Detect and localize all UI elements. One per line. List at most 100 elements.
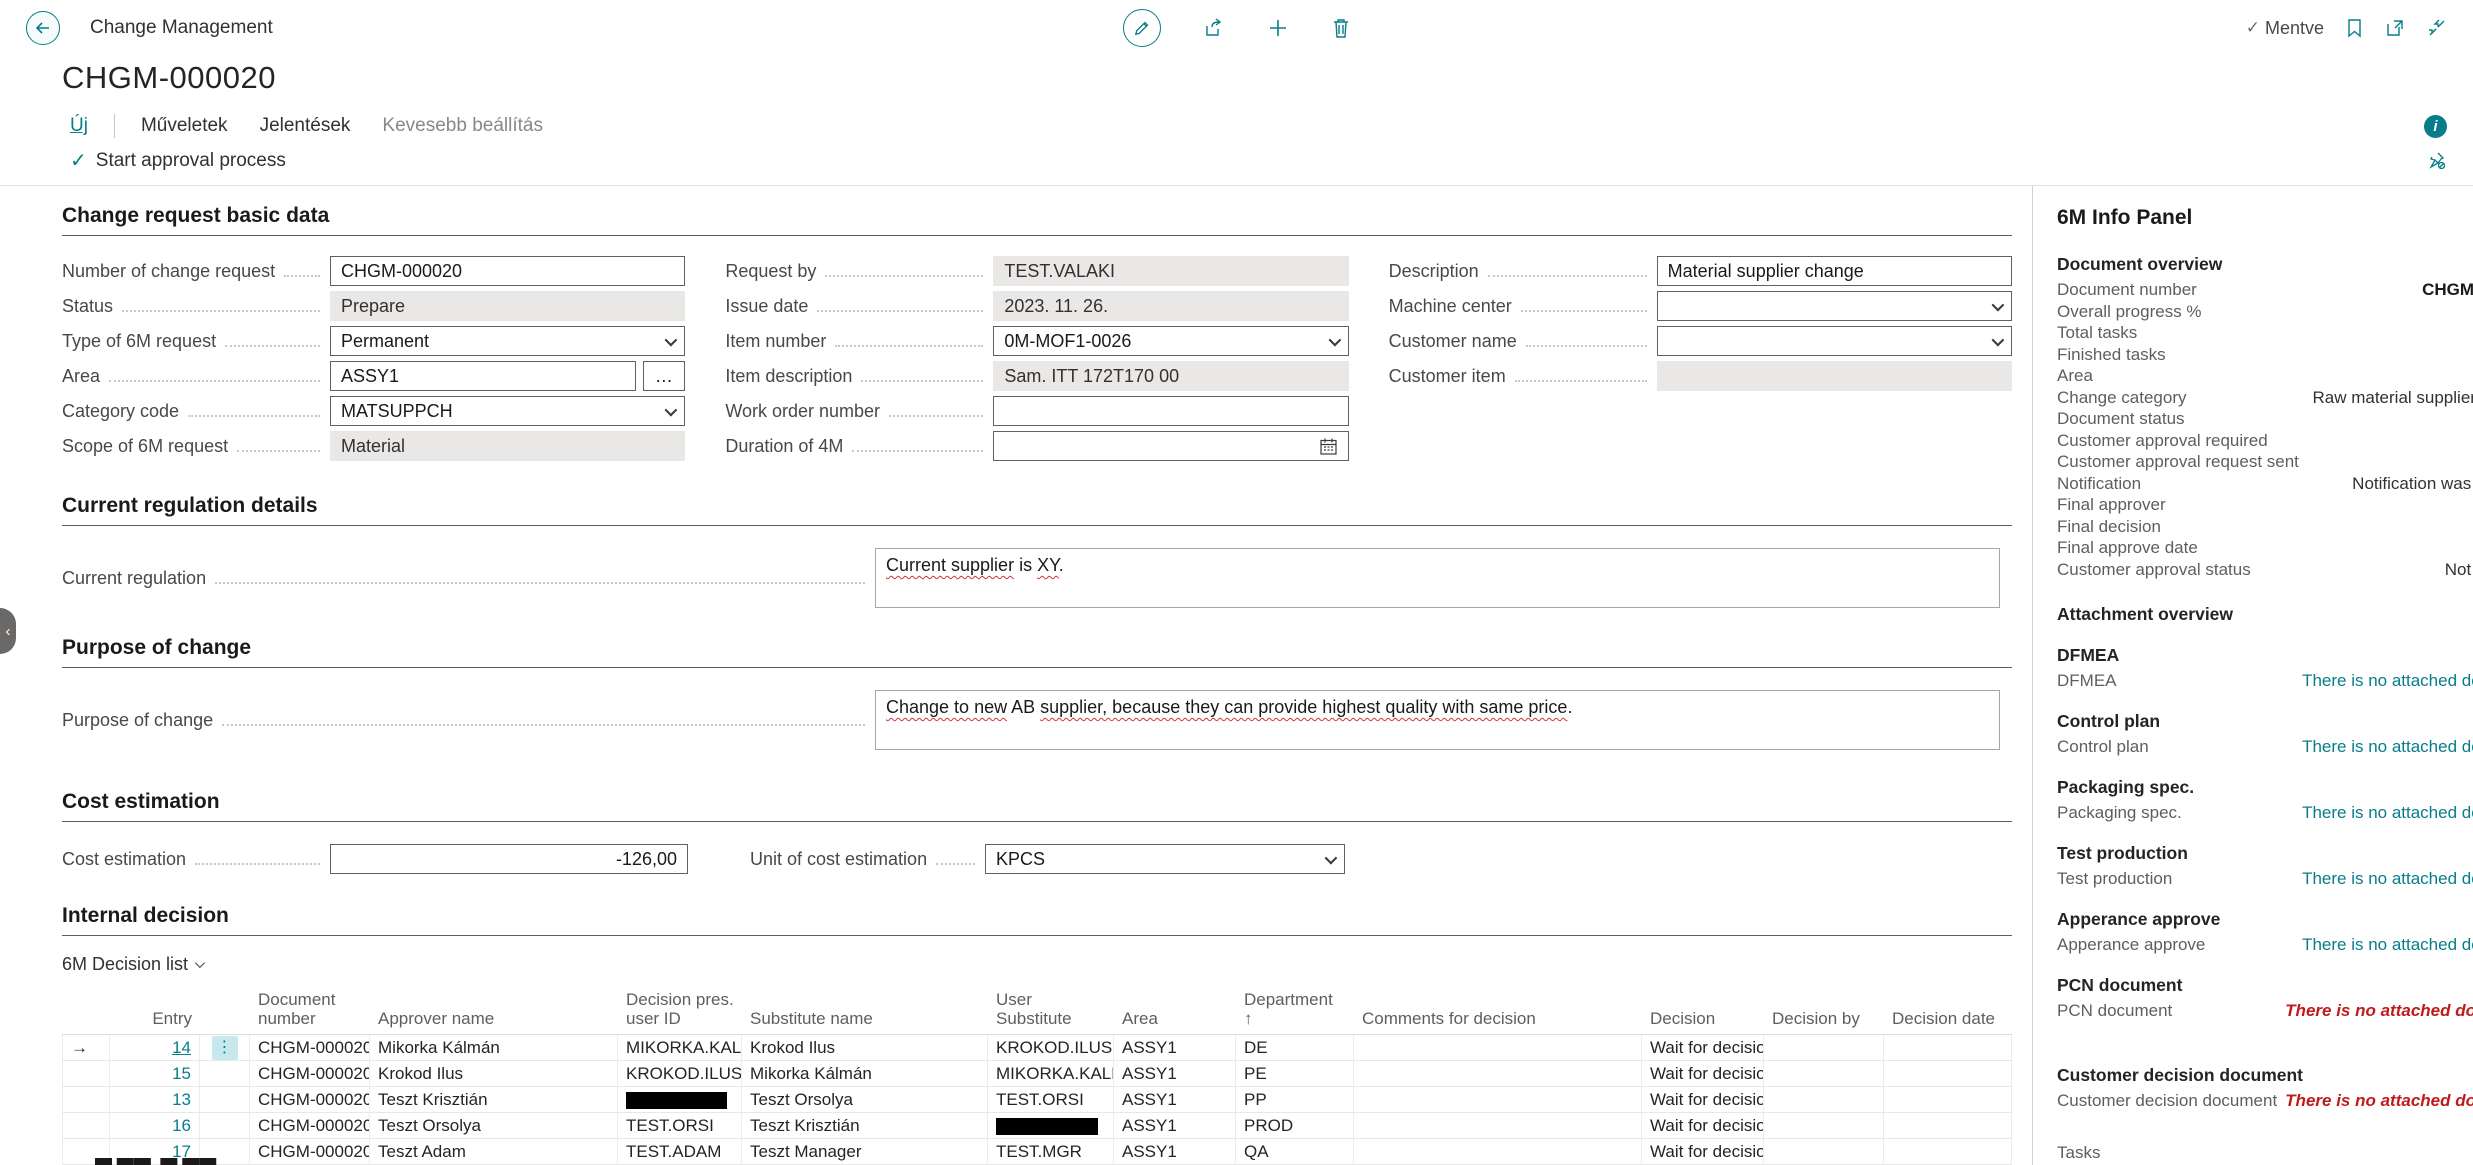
cell-dept[interactable]: PE [1236, 1061, 1354, 1087]
cell-dept[interactable]: PP [1236, 1087, 1354, 1113]
attachment-status-link[interactable]: There is no attached document [2302, 868, 2473, 889]
entry-link[interactable]: 14 [110, 1035, 200, 1061]
lookup-button[interactable]: … [643, 361, 685, 391]
edit-button[interactable] [1123, 9, 1161, 47]
cell-decision_by[interactable] [1764, 1113, 1884, 1139]
column-header-approver-name[interactable]: Approver name [370, 987, 618, 1035]
machine-center-select[interactable] [1657, 291, 2012, 321]
cell-doc[interactable]: CHGM-000020 [250, 1113, 370, 1139]
cell-user_substitute[interactable]: MIKORKA.KALMAN [988, 1061, 1114, 1087]
cell-decision_user[interactable]: TEST.ORSI [618, 1113, 742, 1139]
cell-decision[interactable]: Wait for decision [1642, 1061, 1764, 1087]
row-menu-cell[interactable] [200, 1113, 250, 1139]
cell-area[interactable]: ASSY1 [1114, 1113, 1236, 1139]
start-approval-button[interactable]: Start approval process [96, 150, 286, 172]
cell-approver[interactable]: Mikorka Kálmán [370, 1035, 618, 1061]
unit-of-cost-estimation-select[interactable]: KPCS [985, 844, 1345, 874]
cell-decision_user[interactable] [618, 1087, 742, 1113]
cell-user_substitute[interactable]: KROKOD.ILUS [988, 1035, 1114, 1061]
column-header-area[interactable]: Area [1114, 987, 1236, 1035]
info-icon[interactable]: i [2424, 115, 2447, 138]
item-number-select[interactable]: 0M-MOF1-0026 [993, 326, 1348, 356]
type-of-6m-request-select[interactable]: Permanent [330, 326, 685, 356]
customer-name-select[interactable] [1657, 326, 2012, 356]
column-header-user-substitute[interactable]: User Substitute [988, 987, 1114, 1035]
row-menu-cell[interactable]: ⋮ [200, 1035, 250, 1061]
cell-comments[interactable] [1354, 1113, 1642, 1139]
cell-comments[interactable] [1354, 1139, 1642, 1165]
attachment-status-link[interactable]: There is no attached document [2302, 736, 2473, 757]
ribbon-item-uj[interactable]: Új [70, 115, 88, 137]
cell-area[interactable]: ASSY1 [1114, 1087, 1236, 1113]
cell-decision_by[interactable] [1764, 1061, 1884, 1087]
cell-doc[interactable]: CHGM-000020 [250, 1035, 370, 1061]
cell-substitute[interactable]: Teszt Krisztián [742, 1113, 988, 1139]
cell-decision[interactable]: Wait for decision [1642, 1035, 1764, 1061]
cell-area[interactable]: ASSY1 [1114, 1061, 1236, 1087]
cell-substitute[interactable]: Mikorka Kálmán [742, 1061, 988, 1087]
cell-user_substitute[interactable]: TEST.MGR [988, 1139, 1114, 1165]
cell-approver[interactable]: Teszt Krisztián [370, 1087, 618, 1113]
cell-decision_date[interactable] [1884, 1139, 2012, 1165]
ribbon-item-kevesebb-beallitas[interactable]: Kevesebb beállítás [382, 115, 543, 137]
attachment-status-link[interactable]: There is no attached document [2285, 1000, 2473, 1021]
cell-decision_date[interactable] [1884, 1035, 2012, 1061]
ribbon-item-muveletek[interactable]: Műveletek [141, 115, 228, 137]
cell-decision_date[interactable] [1884, 1087, 2012, 1113]
decision-list-selector[interactable]: 6M Decision list [62, 954, 202, 975]
row-menu-cell[interactable] [200, 1087, 250, 1113]
entry-link[interactable]: 15 [110, 1061, 200, 1087]
cell-approver[interactable]: Teszt Orsolya [370, 1113, 618, 1139]
column-header-decision-pres-user-id[interactable]: Decision pres. user ID [618, 987, 742, 1035]
column-header-comments-for-decision[interactable]: Comments for decision [1354, 987, 1642, 1035]
cell-substitute[interactable]: Teszt Manager [742, 1139, 988, 1165]
number-of-change-request-input[interactable]: CHGM-000020 [330, 256, 685, 286]
cell-user_substitute[interactable]: TEST.ORSI [988, 1087, 1114, 1113]
cell-area[interactable]: ASSY1 [1114, 1139, 1236, 1165]
duration-of-4m-input[interactable] [993, 431, 1348, 461]
open-in-new-window-button[interactable] [2385, 18, 2405, 38]
cell-comments[interactable] [1354, 1061, 1642, 1087]
attachment-status-link[interactable]: There is no attached document [2302, 802, 2473, 823]
category-code-select[interactable]: MATSUPPCH [330, 396, 685, 426]
cell-decision_user[interactable]: MIKORKA.KALMAN [618, 1035, 742, 1061]
delete-button[interactable] [1331, 17, 1351, 39]
column-header-substitute-name[interactable]: Substitute name [742, 987, 988, 1035]
cell-substitute[interactable]: Krokod Ilus [742, 1035, 988, 1061]
cell-decision_by[interactable] [1764, 1087, 1884, 1113]
cell-user_substitute[interactable] [988, 1113, 1114, 1139]
cell-decision_by[interactable] [1764, 1139, 1884, 1165]
cell-decision_date[interactable] [1884, 1113, 2012, 1139]
unpin-button[interactable] [2427, 151, 2447, 171]
attachment-status-link[interactable]: There is no attached document [2302, 934, 2473, 955]
row-menu-cell[interactable] [200, 1061, 250, 1087]
column-header-decision[interactable]: Decision [1642, 987, 1764, 1035]
cost-estimation-input[interactable]: -126,00 [330, 844, 688, 874]
cell-comments[interactable] [1354, 1035, 1642, 1061]
column-header-document-number[interactable]: Document number [250, 987, 370, 1035]
cell-decision_user[interactable]: KROKOD.ILUS [618, 1061, 742, 1087]
collapse-button[interactable] [2427, 18, 2447, 38]
cell-decision[interactable]: Wait for decision [1642, 1087, 1764, 1113]
new-button[interactable] [1267, 17, 1289, 39]
entry-link[interactable]: 16 [110, 1113, 200, 1139]
cell-area[interactable]: ASSY1 [1114, 1035, 1236, 1061]
column-header-decision-by[interactable]: Decision by [1764, 987, 1884, 1035]
cell-doc[interactable]: CHGM-000020 [250, 1087, 370, 1113]
cell-dept[interactable]: QA [1236, 1139, 1354, 1165]
work-order-number-input[interactable] [993, 396, 1348, 426]
description-input[interactable]: Material supplier change [1657, 256, 2012, 286]
cell-decision[interactable]: Wait for decision [1642, 1139, 1764, 1165]
purpose-textarea[interactable]: Change to new AB supplier, because they … [875, 690, 2000, 750]
column-header-decision-date[interactable]: Decision date [1884, 987, 2012, 1035]
share-button[interactable] [1203, 17, 1225, 39]
current-regulation-textarea[interactable]: Current supplier is XY. [875, 548, 2000, 608]
cell-approver[interactable]: Krokod Ilus [370, 1061, 618, 1087]
row-menu-icon[interactable]: ⋮ [212, 1036, 238, 1060]
cell-substitute[interactable]: Teszt Orsolya [742, 1087, 988, 1113]
column-header-department[interactable]: Department ↑ [1236, 987, 1354, 1035]
attachment-status-link[interactable]: There is no attached document [2285, 1090, 2473, 1111]
cell-dept[interactable]: DE [1236, 1035, 1354, 1061]
cell-comments[interactable] [1354, 1087, 1642, 1113]
attachment-status-link[interactable]: There is no attached document [2302, 670, 2473, 691]
